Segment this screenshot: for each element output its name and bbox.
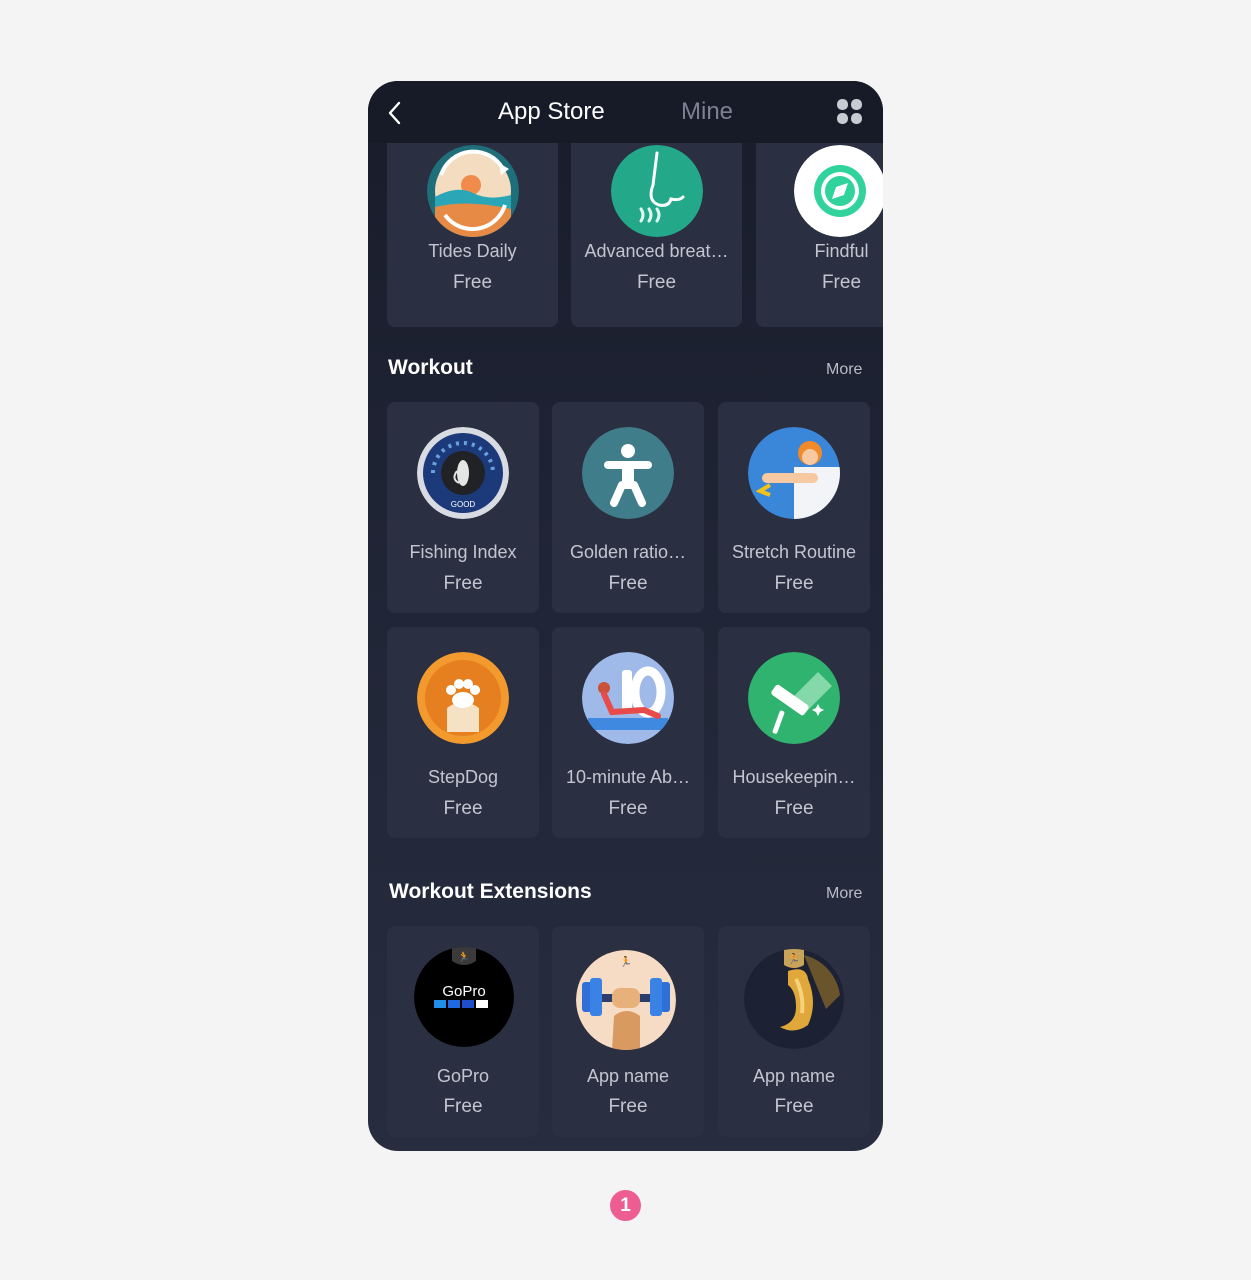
app-card-tides-daily[interactable]: Tides Daily Free (387, 131, 558, 327)
app-card-stretch-routine[interactable]: Stretch Routine Free (718, 402, 870, 613)
paw-icon (417, 652, 509, 744)
app-name: Advanced breat… (584, 241, 729, 261)
app-name: App name (586, 1066, 670, 1086)
app-name: Fishing Index (409, 542, 517, 562)
top-bar: App Store Mine (368, 81, 883, 143)
gopro-logo-text: GoPro (442, 983, 485, 1000)
app-name: Stretch Routine (731, 542, 857, 562)
app-card-findful[interactable]: Findful Free (756, 131, 883, 327)
app-name: Housekeepin… (732, 767, 856, 787)
section-title-workout: Workout (388, 356, 473, 379)
muscle-arm-icon: 🏃 (744, 949, 844, 1049)
app-price: Free (443, 573, 483, 594)
fishing-gauge-icon: GOOD (417, 427, 509, 519)
compass-icon (794, 145, 883, 237)
body-figure-icon (582, 427, 674, 519)
mop-icon (748, 652, 840, 744)
app-price: Free (452, 272, 493, 293)
app-name: 10-minute Ab… (565, 767, 691, 787)
back-arrow-icon[interactable] (382, 99, 410, 127)
app-price: Free (821, 272, 862, 293)
workout-more-link[interactable]: More (826, 361, 862, 379)
app-price: Free (608, 1096, 648, 1117)
app-price: Free (608, 798, 648, 819)
tab-mine[interactable]: Mine (681, 98, 733, 126)
extensions-more-link[interactable]: More (826, 885, 862, 903)
svg-text:🏃: 🏃 (788, 952, 800, 965)
app-price: Free (774, 573, 814, 594)
app-name: App name (752, 1066, 836, 1086)
tides-daily-icon (427, 145, 519, 237)
gopro-logo-icon: 🏃 GoPro (414, 947, 514, 1047)
breathing-nose-icon (611, 145, 703, 237)
app-price: Free (636, 272, 677, 293)
app-grid-icon[interactable] (837, 99, 863, 125)
app-card-muscle[interactable]: 🏃 App name Free (718, 926, 870, 1137)
app-price: Free (774, 1096, 814, 1117)
app-card-golden-ratio[interactable]: Golden ratio… Free (552, 402, 704, 613)
app-store-screen: App Store Mine Tides Daily Free Advanced… (368, 81, 883, 1151)
situp-10-icon (582, 652, 674, 744)
svg-text:🏃: 🏃 (620, 955, 632, 968)
page-indicator-badge: 1 (610, 1190, 641, 1221)
app-card-fishing-index[interactable]: GOOD Fishing Index Free (387, 402, 539, 613)
app-card-housekeeping[interactable]: Housekeepin… Free (718, 627, 870, 838)
app-card-10-minute-abs[interactable]: 10-minute Ab… Free (552, 627, 704, 838)
app-price: Free (443, 1096, 483, 1117)
section-title-workout-extensions: Workout Extensions (389, 880, 592, 903)
app-name: StepDog (427, 767, 499, 787)
app-name: Golden ratio… (569, 542, 687, 562)
gauge-label: GOOD (451, 500, 476, 509)
app-name: GoPro (436, 1066, 490, 1086)
app-card-dumbbell[interactable]: 🏃 App name Free (552, 926, 704, 1137)
app-price: Free (608, 573, 648, 594)
app-card-stepdog[interactable]: StepDog Free (387, 627, 539, 838)
dumbbell-fist-icon: 🏃 (576, 950, 676, 1050)
app-card-advanced-breathing[interactable]: Advanced breat… Free (571, 131, 742, 327)
app-name: Findful (814, 241, 869, 261)
tab-app-store[interactable]: App Store (498, 98, 605, 126)
svg-text:🏃: 🏃 (458, 950, 470, 963)
stretching-person-icon (748, 427, 840, 519)
app-price: Free (443, 798, 483, 819)
app-card-gopro[interactable]: 🏃 GoPro GoPro Free (387, 926, 539, 1137)
app-price: Free (774, 798, 814, 819)
app-name: Tides Daily (428, 241, 517, 261)
